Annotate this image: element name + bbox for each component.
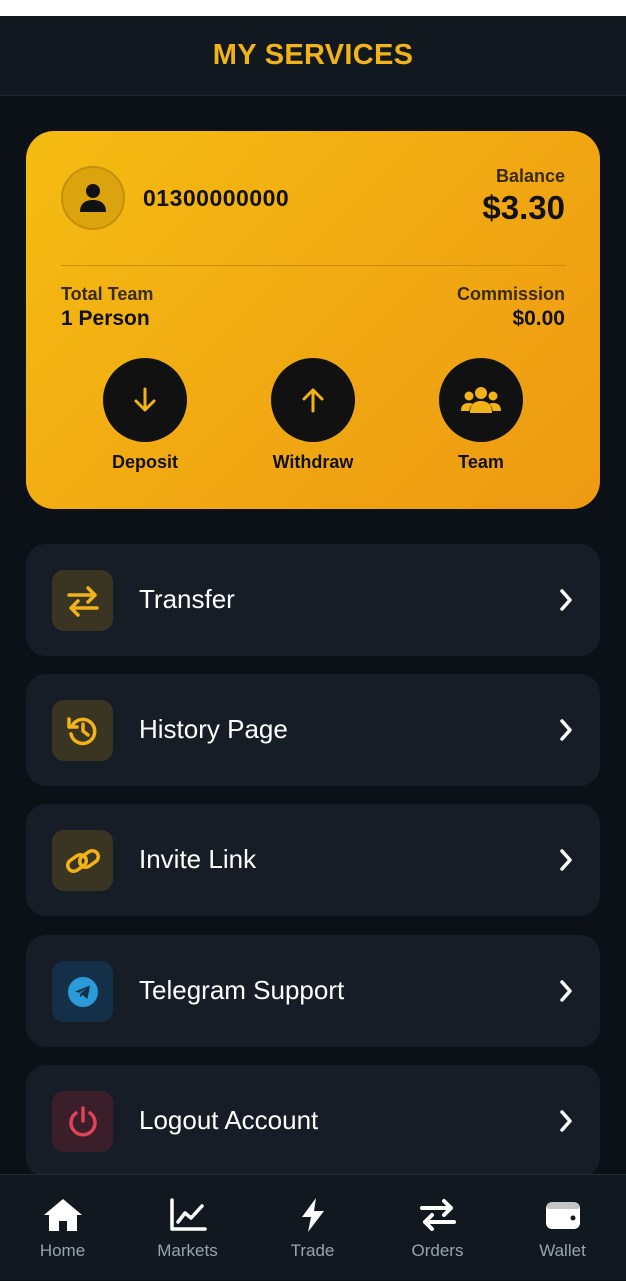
link-icon-box xyxy=(52,830,113,891)
menu-item-history[interactable]: History Page xyxy=(26,674,600,786)
user-icon xyxy=(80,184,106,212)
account-phone: 01300000000 xyxy=(143,185,290,211)
telegram-icon xyxy=(67,976,98,1007)
arrow-up-icon xyxy=(302,388,324,413)
total-team-value: 1 Person xyxy=(61,307,150,330)
team-button[interactable]: Team xyxy=(421,358,541,473)
tab-label: Home xyxy=(39,1241,86,1260)
deposit-button[interactable]: Deposit xyxy=(85,358,205,473)
tab-label: Trade xyxy=(290,1241,335,1260)
wallet-icon xyxy=(545,1202,580,1229)
team-label: Team xyxy=(458,452,504,472)
transfer-icon xyxy=(66,585,99,617)
withdraw-label: Withdraw xyxy=(272,452,354,472)
power-icon-box xyxy=(52,1091,113,1152)
page-title: MY SERVICES xyxy=(212,39,414,71)
menu-item-label: History Page xyxy=(139,714,288,744)
tab-label: Orders xyxy=(411,1241,464,1260)
deposit-circle[interactable] xyxy=(103,358,187,442)
menu-item-label: Invite Link xyxy=(139,844,257,874)
tab-wallet[interactable]: Wallet xyxy=(500,1175,625,1281)
link-icon xyxy=(65,848,100,873)
withdraw-button[interactable]: Withdraw xyxy=(253,358,373,473)
avatar[interactable] xyxy=(61,166,125,230)
power-icon xyxy=(68,1105,97,1136)
withdraw-circle[interactable] xyxy=(271,358,355,442)
menu-item-label: Logout Account xyxy=(139,1105,319,1135)
balance-value: $3.30 xyxy=(482,189,565,226)
commission-label: Commission xyxy=(456,284,565,304)
menu-item-invite[interactable]: Invite Link xyxy=(26,804,600,916)
menu-item-telegram[interactable]: Telegram Support xyxy=(26,935,600,1047)
transfer-icon-box xyxy=(52,570,113,631)
chevron-right-icon xyxy=(560,980,572,1002)
exchange-icon xyxy=(419,1199,456,1231)
history-icon xyxy=(66,716,96,745)
history-icon-box xyxy=(52,700,113,761)
menu-item-transfer[interactable]: Transfer xyxy=(26,544,600,656)
home-icon xyxy=(43,1199,82,1231)
total-team-label: Total Team xyxy=(61,284,154,304)
commission-value: $0.00 xyxy=(512,307,565,330)
menu-item-label: Telegram Support xyxy=(139,975,345,1005)
deposit-label: Deposit xyxy=(111,452,178,472)
bolt-icon xyxy=(301,1198,324,1232)
chart-line-icon xyxy=(169,1198,207,1231)
menu-item-label: Transfer xyxy=(139,584,235,614)
chevron-right-icon xyxy=(560,1110,572,1132)
users-icon xyxy=(461,387,501,413)
account-card: 01300000000 Balance $3.30 Total Team 1 P… xyxy=(26,131,600,509)
chevron-right-icon xyxy=(560,589,572,611)
status-bar xyxy=(0,0,626,16)
chevron-right-icon xyxy=(560,849,572,871)
tab-trade[interactable]: Trade xyxy=(250,1175,375,1281)
page-header: MY SERVICES xyxy=(0,16,626,96)
chevron-right-icon xyxy=(560,719,572,741)
tab-home[interactable]: Home xyxy=(0,1175,125,1281)
tab-label: Markets xyxy=(157,1241,218,1260)
menu-item-logout[interactable]: Logout Account xyxy=(26,1065,600,1177)
arrow-down-icon xyxy=(134,387,156,412)
tab-orders[interactable]: Orders xyxy=(375,1175,500,1281)
balance-label: Balance xyxy=(495,166,565,186)
tab-markets[interactable]: Markets xyxy=(125,1175,250,1281)
bottom-tab-bar: Home Markets Trade Orders Wallet xyxy=(0,1174,626,1280)
card-divider xyxy=(61,265,565,266)
team-circle[interactable] xyxy=(439,358,523,442)
tab-label: Wallet xyxy=(539,1241,586,1260)
telegram-icon-box xyxy=(52,961,113,1022)
